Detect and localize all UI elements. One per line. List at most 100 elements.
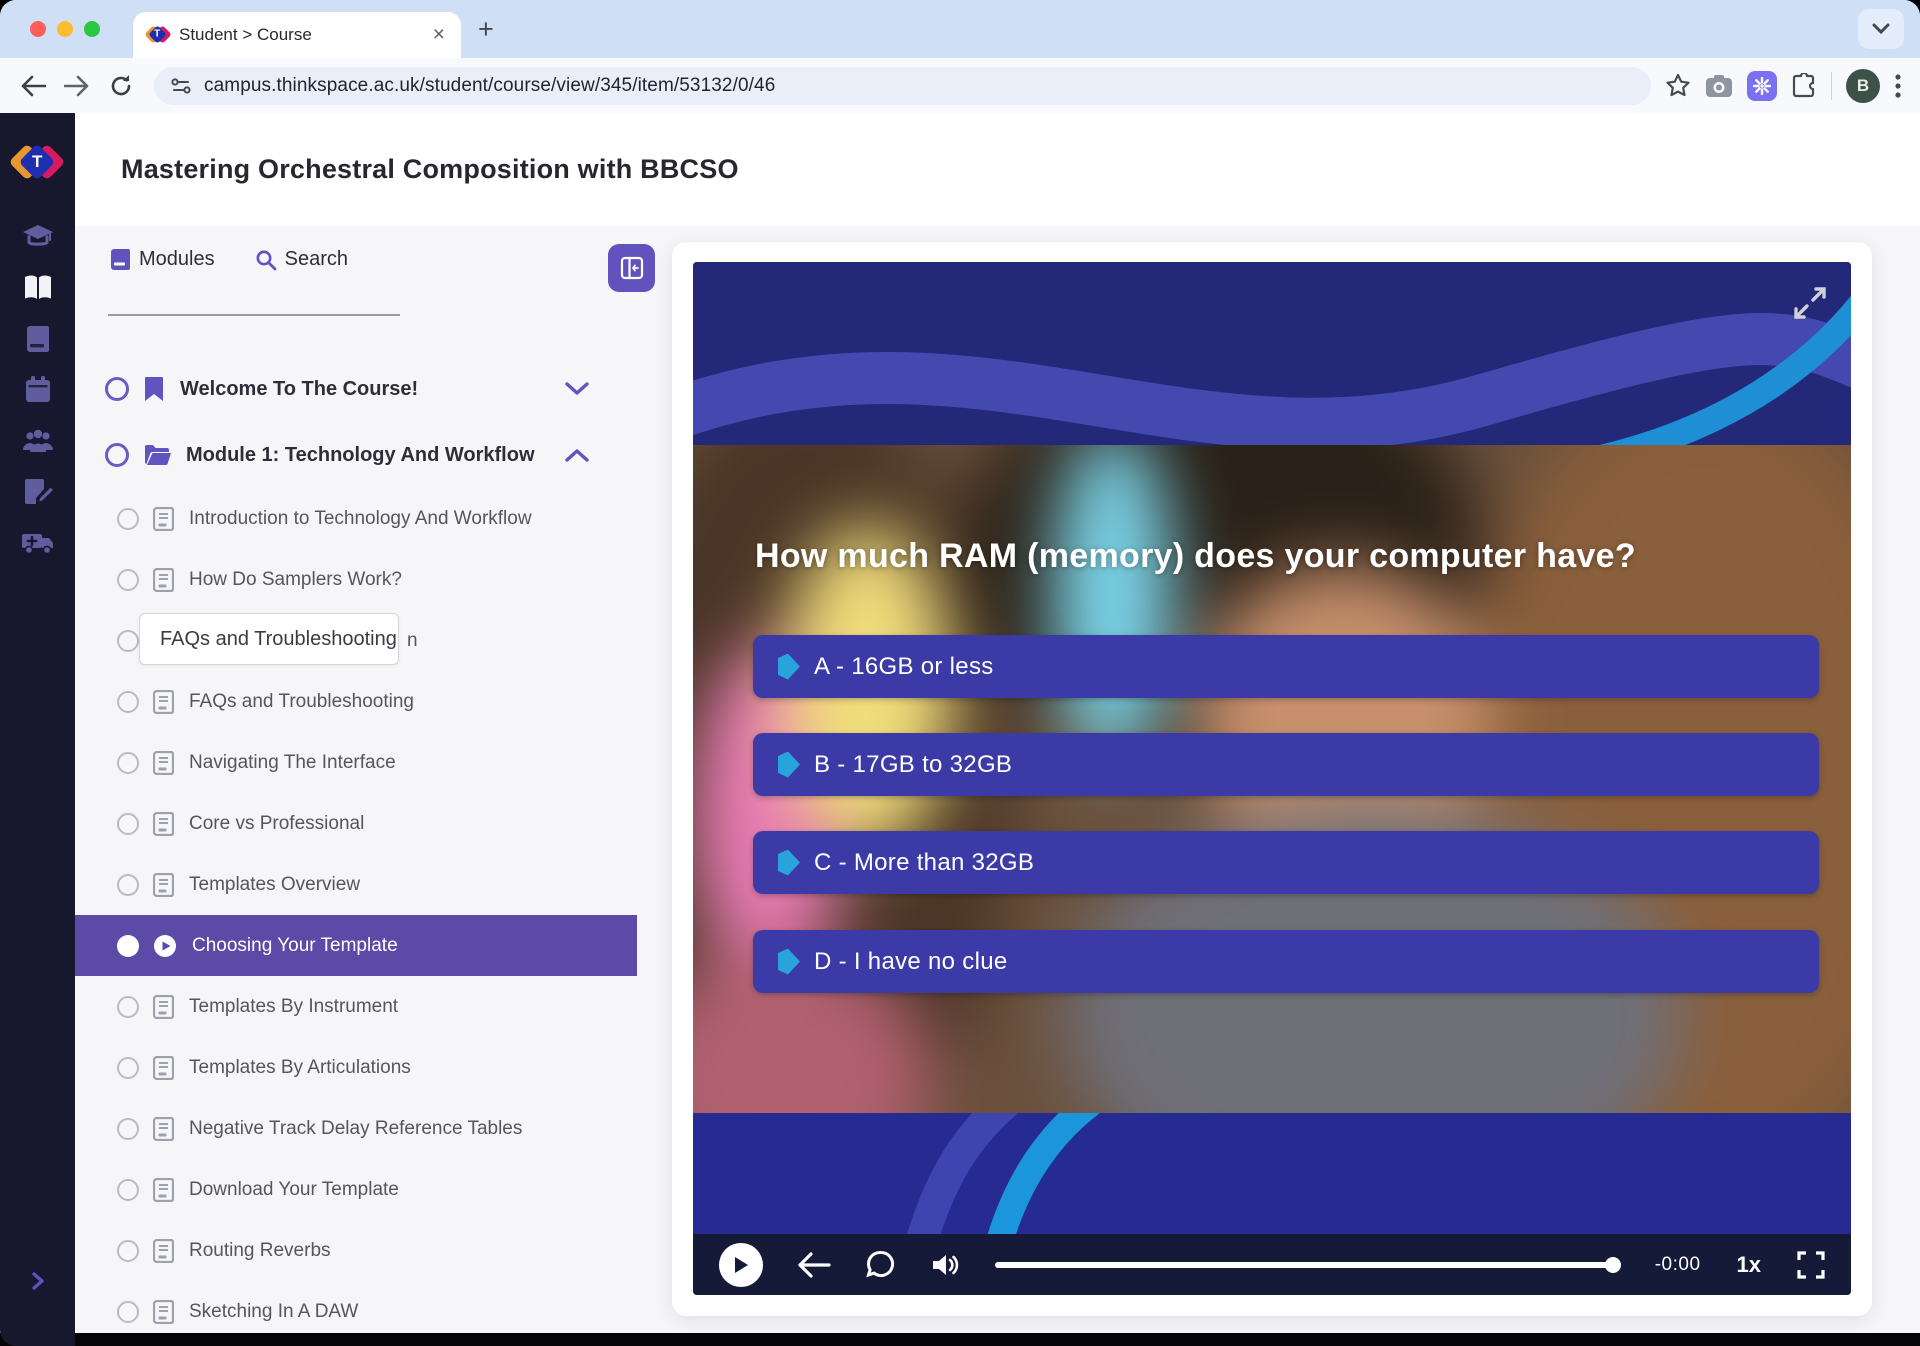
- back-arrow-icon: [797, 1252, 831, 1278]
- fullscreen-icon: [1797, 1251, 1825, 1279]
- row-label: Templates By Instrument: [189, 996, 398, 1018]
- tab-title: Student > Course: [179, 25, 431, 45]
- lesson-doc-icon: [153, 995, 174, 1019]
- row-label: Download Your Template: [189, 1179, 399, 1201]
- site-info-icon[interactable]: [170, 76, 192, 96]
- option-label: D - I have no clue: [814, 948, 1008, 976]
- pinned-extension-icon[interactable]: [1747, 71, 1777, 101]
- row-label: Introduction to Technology And Workflow: [189, 508, 532, 530]
- zoom-window-button[interactable]: [84, 21, 100, 37]
- lesson-card: How much RAM (memory) does your computer…: [672, 242, 1872, 1316]
- progress-circle: [117, 813, 139, 835]
- profile-avatar[interactable]: B: [1846, 69, 1880, 103]
- play-button[interactable]: [719, 1243, 763, 1287]
- lesson-row[interactable]: Templates Overview: [75, 854, 637, 915]
- rail-item-assignments[interactable]: [15, 466, 61, 517]
- browser-tab[interactable]: T Student > Course ×: [133, 12, 461, 58]
- lesson-row[interactable]: Download Your Template: [75, 1159, 637, 1220]
- bookmark-icon: [143, 376, 165, 402]
- lesson-doc-icon: [153, 690, 174, 714]
- rail-item-support[interactable]: [15, 517, 61, 568]
- slide-top-band: [693, 262, 1851, 445]
- rail-item-community[interactable]: [15, 415, 61, 466]
- slide-bottom-band: [693, 1113, 1851, 1234]
- lesson-row[interactable]: FAQs and Troubleshootingn: [75, 610, 637, 671]
- option-label: A - 16GB or less: [814, 653, 994, 681]
- fullscreen-button[interactable]: [1797, 1251, 1825, 1279]
- rail-item-courses-active[interactable]: [15, 262, 61, 313]
- expand-slide-button[interactable]: [1791, 284, 1829, 327]
- tab-modules[interactable]: Modules: [110, 248, 215, 271]
- seek-bar[interactable]: [995, 1262, 1619, 1268]
- tabs-underline: [108, 314, 400, 316]
- rail-item-academy[interactable]: [15, 211, 61, 262]
- video-player[interactable]: How much RAM (memory) does your computer…: [693, 262, 1851, 1295]
- module-section-row[interactable]: Module 1: Technology And Workflow: [75, 422, 637, 488]
- back-button[interactable]: [14, 67, 52, 105]
- minimize-window-button[interactable]: [57, 21, 73, 37]
- seek-knob[interactable]: [1605, 1257, 1621, 1273]
- section-chevron[interactable]: [565, 382, 589, 396]
- back-arrow-icon: [20, 75, 46, 97]
- toolbar-divider: [1831, 72, 1832, 100]
- browser-menu-icon[interactable]: [1894, 73, 1902, 99]
- option-marker-icon: [778, 654, 800, 680]
- section-chevron[interactable]: [565, 448, 589, 462]
- progress-circle: [117, 1057, 139, 1079]
- row-label: Welcome To The Course!: [180, 378, 418, 401]
- tab-search-button[interactable]: [1858, 9, 1904, 49]
- quiz-option-d[interactable]: D - I have no clue: [753, 930, 1819, 993]
- playback-speed-button[interactable]: 1x: [1737, 1252, 1761, 1278]
- chevron-right-icon: [30, 1271, 46, 1291]
- lesson-row[interactable]: Routing Reverbs: [75, 1220, 637, 1281]
- forward-button[interactable]: [58, 67, 96, 105]
- row-label: How Do Samplers Work?: [189, 569, 402, 591]
- tab-search[interactable]: Search: [255, 248, 348, 271]
- tab-close-icon[interactable]: ×: [431, 23, 447, 47]
- thinkspace-logo[interactable]: T: [15, 139, 61, 185]
- new-tab-button[interactable]: +: [478, 14, 494, 45]
- quiz-option-b[interactable]: B - 17GB to 32GB: [753, 733, 1819, 796]
- comments-button[interactable]: [865, 1250, 897, 1280]
- graduation-cap-icon: [21, 222, 55, 252]
- lesson-row[interactable]: Templates By Articulations: [75, 1037, 637, 1098]
- lesson-row[interactable]: Negative Track Delay Reference Tables: [75, 1098, 637, 1159]
- speaker-icon: [931, 1252, 959, 1278]
- lesson-doc-icon: [153, 812, 174, 836]
- previous-button[interactable]: [797, 1252, 831, 1278]
- play-icon: [733, 1256, 749, 1274]
- lesson-row[interactable]: FAQs and Troubleshooting: [75, 671, 637, 732]
- quiz-option-a[interactable]: A - 16GB or less: [753, 635, 1819, 698]
- extensions-puzzle-icon[interactable]: [1791, 73, 1817, 99]
- lesson-row[interactable]: How Do Samplers Work?: [75, 549, 637, 610]
- tab-search-label: Search: [285, 248, 348, 271]
- volume-button[interactable]: [931, 1252, 959, 1278]
- rail-expand-button[interactable]: [0, 1271, 75, 1291]
- lesson-doc-icon: [153, 507, 174, 531]
- option-label: C - More than 32GB: [814, 849, 1034, 877]
- option-marker-icon: [778, 850, 800, 876]
- module-section-row[interactable]: Welcome To The Course!: [75, 356, 637, 422]
- tab-strip: T Student > Course × +: [0, 0, 1920, 58]
- camera-icon[interactable]: [1705, 74, 1733, 98]
- speech-bubble-icon: [865, 1250, 897, 1280]
- bookmark-star-icon[interactable]: [1665, 73, 1691, 98]
- quiz-option-c[interactable]: C - More than 32GB: [753, 831, 1819, 894]
- lesson-row[interactable]: Introduction to Technology And Workflow: [75, 488, 637, 549]
- progress-circle: [117, 508, 139, 530]
- folder-open-icon: [143, 443, 171, 467]
- address-bar[interactable]: campus.thinkspace.ac.uk/student/course/v…: [154, 67, 1651, 105]
- reload-button[interactable]: [102, 67, 140, 105]
- collapse-panel-button[interactable]: [608, 244, 655, 292]
- lesson-doc-icon: [153, 1117, 174, 1141]
- lesson-doc-icon: [153, 1178, 174, 1202]
- lesson-row[interactable]: Navigating The Interface: [75, 732, 637, 793]
- lesson-row[interactable]: Core vs Professional: [75, 793, 637, 854]
- rail-item-calendar[interactable]: [15, 364, 61, 415]
- close-window-button[interactable]: [30, 21, 46, 37]
- option-marker-icon: [778, 949, 800, 975]
- rail-item-library[interactable]: [15, 313, 61, 364]
- assignment-edit-icon: [23, 477, 53, 506]
- lesson-row[interactable]: Choosing Your Template: [75, 915, 637, 976]
- lesson-row[interactable]: Templates By Instrument: [75, 976, 637, 1037]
